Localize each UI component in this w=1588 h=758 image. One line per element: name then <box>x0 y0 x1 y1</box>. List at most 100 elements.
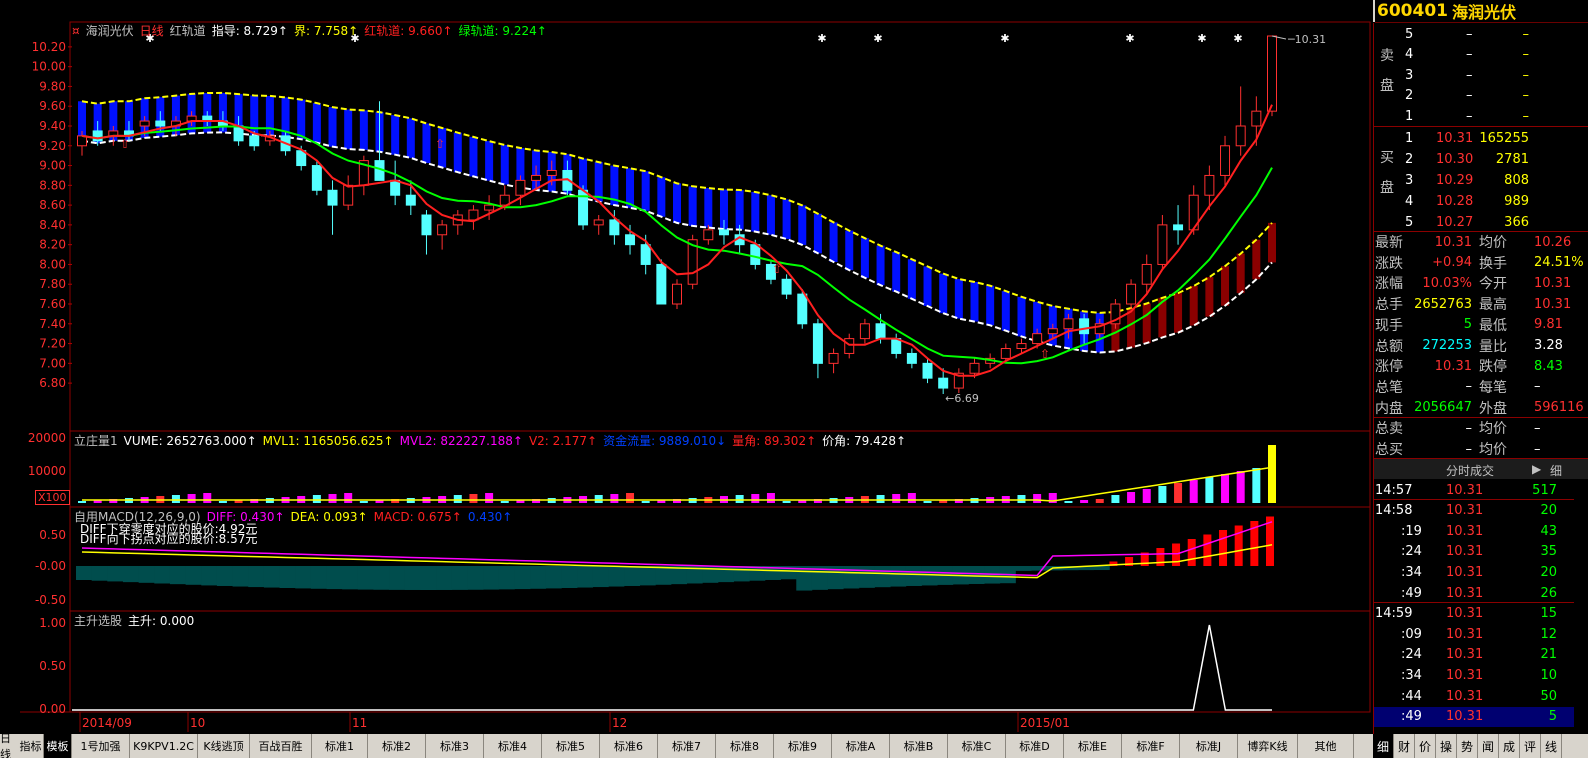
channel-bar <box>1189 285 1198 326</box>
volume-bar <box>1033 494 1042 503</box>
bottom-tab-23[interactable]: 其他 <box>1298 734 1354 758</box>
bottom-tab-19[interactable]: 标准E <box>1064 734 1122 758</box>
candle-body <box>1235 125 1246 147</box>
volume-bar <box>594 495 603 503</box>
macd-bar <box>169 566 186 585</box>
volume-bar <box>1221 474 1230 503</box>
candle-body <box>625 234 636 246</box>
stat-label: 总买 <box>1375 442 1403 458</box>
macd-tick-label: 0.50 <box>39 528 66 542</box>
right-tab-3[interactable]: 操 <box>1436 734 1457 758</box>
right-tab-1[interactable]: 财 <box>1394 734 1415 758</box>
right-tab-7[interactable]: 评 <box>1520 734 1541 758</box>
bottom-tab-14[interactable]: 标准9 <box>774 734 832 758</box>
candle-body <box>781 278 792 295</box>
candle-body <box>468 209 479 221</box>
bottom-tab-15[interactable]: 标准A <box>832 734 890 758</box>
channel-bar <box>1221 266 1230 306</box>
bid-volume: 366 <box>1504 214 1529 230</box>
channel-bar <box>673 183 681 223</box>
bottom-tab-9[interactable]: 标准4 <box>484 734 542 758</box>
candle-body <box>1047 328 1058 335</box>
right-tab-2[interactable]: 价 <box>1415 734 1436 758</box>
candle-body <box>672 283 682 305</box>
bottom-tab-18[interactable]: 标准D <box>1006 734 1064 758</box>
volume-bar <box>359 501 368 503</box>
bottom-tab-21[interactable]: 标准J <box>1180 734 1238 758</box>
channel-bar <box>422 123 431 164</box>
macd-bar <box>874 566 891 588</box>
play-icon[interactable]: ▶ <box>1532 462 1541 476</box>
tick-time: 14:59 <box>1375 606 1413 622</box>
bottom-tab-13[interactable]: 标准8 <box>716 734 774 758</box>
candle-body <box>1032 333 1043 345</box>
indicator-param: 绿轨道: 9.224↑ <box>458 24 547 38</box>
stat-label: 最高 <box>1479 297 1507 314</box>
stock-code: 600401 <box>1377 1 1448 21</box>
candle-body <box>343 184 354 206</box>
bid-price: 10.28 <box>1436 193 1474 209</box>
candle-body <box>546 169 557 176</box>
right-tab-4[interactable]: 势 <box>1457 734 1478 758</box>
bottom-tab-5[interactable]: 百战百胜 <box>250 734 312 758</box>
bottom-tab-4[interactable]: K线逃顶 <box>198 734 250 758</box>
macd-bar <box>592 566 609 588</box>
macd-bar <box>498 566 515 590</box>
tick-volume: 517 <box>1532 482 1557 498</box>
ticks-detail-button[interactable]: 细 <box>1550 462 1562 479</box>
candle-body <box>922 362 933 379</box>
macd-bar <box>1172 543 1181 566</box>
volume-bar <box>187 494 196 503</box>
price-tick-label: 9.60 <box>39 99 66 113</box>
bottom-tab-17[interactable]: 标准C <box>948 734 1006 758</box>
stock-terminal-window: 个股主页默认方案▼技术分析▼F10资料指标▼日线▼4图组合▼多图组合▼图形叠加系… <box>0 0 1588 758</box>
ask-level: 2 <box>1405 88 1414 104</box>
right-tab-0[interactable]: 细 <box>1373 734 1394 758</box>
period-indicator[interactable]: 日线 <box>0 732 18 758</box>
macd-bar <box>248 566 265 588</box>
ticks-scrollbar[interactable] <box>1574 480 1588 732</box>
stat-value: – <box>1534 441 1541 457</box>
macd-bar <box>279 566 296 589</box>
bottom-tab-22[interactable]: 博弈K线 <box>1238 734 1298 758</box>
right-tab-8[interactable]: 线 <box>1541 734 1562 758</box>
stat-row: 总额 272253 量比 3.28 <box>1374 336 1588 356</box>
stat-row: 总笔 – 每笔 – <box>1374 377 1588 397</box>
channel-bar <box>1252 239 1261 280</box>
bottom-tab-6[interactable]: 标准1 <box>312 734 368 758</box>
tick-price: 10.31 <box>1446 544 1484 560</box>
tick-price: 10.31 <box>1446 667 1484 683</box>
bottom-tab-0[interactable]: 指标 <box>18 734 44 758</box>
tick-volume: 50 <box>1540 688 1557 704</box>
kline-chart[interactable]: 10.20 10.00 9.80 9.60 9.40 9.20 9.00 8.80 8.60 8.… <box>0 0 1373 734</box>
bottom-tab-16[interactable]: 标准B <box>890 734 948 758</box>
bottom-tab-1[interactable]: 模板 <box>44 734 72 758</box>
bottom-tab-2[interactable]: 1号加强 <box>72 734 130 758</box>
volume-bar <box>766 493 775 503</box>
indicator-param: 价角: 79.428↑ <box>822 434 907 448</box>
stat-label: 总额 <box>1375 338 1403 355</box>
volume-bar <box>892 494 901 503</box>
stat-label: 涨幅 <box>1375 276 1403 293</box>
bottom-tab-3[interactable]: K9KPV1.2C <box>130 734 198 758</box>
bottom-tab-8[interactable]: 标准3 <box>426 734 484 758</box>
tick-time: :19 <box>1401 523 1422 539</box>
bottom-tab-11[interactable]: 标准6 <box>600 734 658 758</box>
bid-row: 2 10.30 2781 <box>1374 149 1588 169</box>
stat-value: 3.28 <box>1534 338 1563 353</box>
bottom-tab-10[interactable]: 标准5 <box>542 734 600 758</box>
x-tick-label: 10 <box>190 716 205 730</box>
macd-bar <box>295 566 312 589</box>
bottom-tab-20[interactable]: 标准F <box>1122 734 1180 758</box>
right-tab-5[interactable]: 闻 <box>1478 734 1499 758</box>
candle-body <box>311 165 322 191</box>
right-tab-6[interactable]: 成 <box>1499 734 1520 758</box>
channel-bar <box>359 110 368 150</box>
candle-body <box>1063 318 1074 330</box>
bottom-tab-12[interactable]: 标准7 <box>658 734 716 758</box>
channel-bar <box>782 199 791 239</box>
indicator-param: 指导: 8.729↑ <box>211 24 288 38</box>
channel-bar <box>297 99 306 140</box>
bottom-tab-7[interactable]: 标准2 <box>368 734 426 758</box>
indicator-param: 日线 <box>139 24 164 38</box>
